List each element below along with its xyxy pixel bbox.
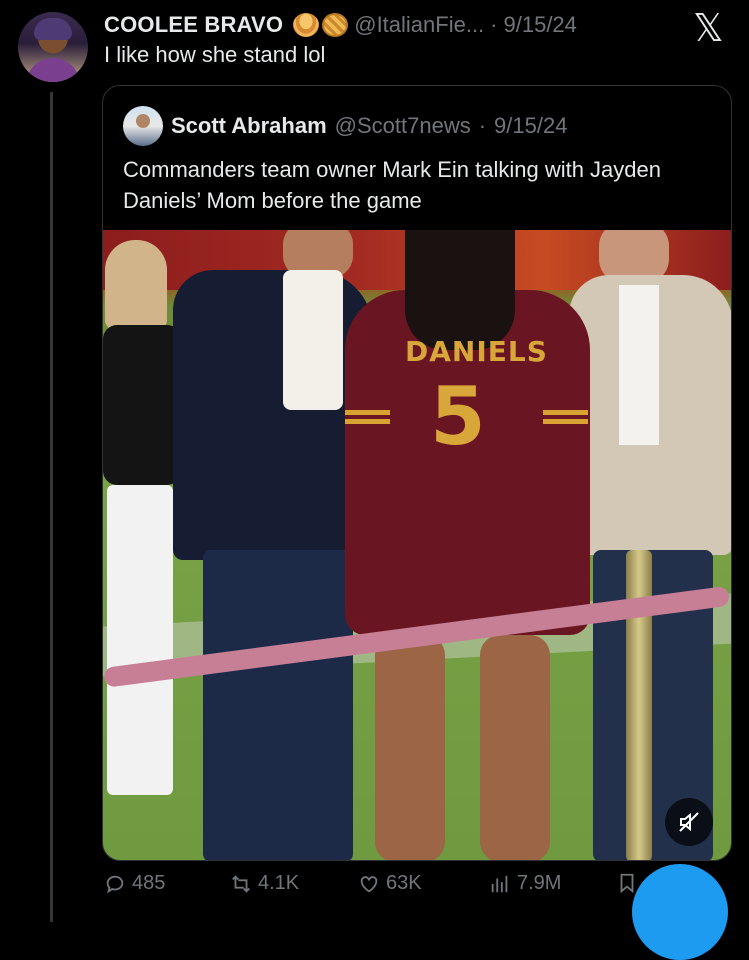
person-suit-legs [203,550,353,860]
jersey-name: DANIELS [405,335,548,368]
x-logo-icon[interactable]: 𝕏 [693,9,729,47]
quote-author-avatar[interactable] [123,106,163,146]
thread-line [50,92,53,922]
avatar-durag [34,18,72,40]
repost-button[interactable]: 4.1K [230,872,299,895]
view-count: 7.9M [517,872,562,894]
tweet-date[interactable]: 9/15/24 [504,12,577,38]
analytics-icon [491,875,508,892]
like-count: 63K [386,872,422,894]
quote-header: Scott Abraham @Scott7news · 9/15/24 [123,106,567,146]
tweet-header: COOLEE BRAVO @ItalianFie... · 9/15/24 [104,12,577,38]
quote-date[interactable]: 9/15/24 [494,113,567,139]
reply-count: 485 [132,872,166,894]
quote-media-photo[interactable]: DANIELS 5 [103,230,731,860]
reply-button[interactable]: 485 [104,872,165,895]
person-right-shirt [619,285,659,445]
quote-author-name[interactable]: Scott Abraham [171,113,327,139]
heart-icon [360,875,378,892]
author-handle[interactable]: @ItalianFie... [354,12,484,38]
name-emoji [293,13,349,37]
views-button[interactable]: 7.9M [489,872,561,895]
separator-dot: · [490,12,498,37]
person-jersey: DANIELS 5 [335,230,595,860]
person-left-top [103,325,181,485]
avatar-shirt [26,58,80,82]
tweet-text: I like how she stand lol [104,42,326,67]
repost-icon [232,874,250,893]
quote-separator-dot: · [478,113,487,138]
person-left [103,240,183,800]
pancakes-emoji-icon [293,13,320,37]
person-jersey-hair [405,230,515,350]
quote-text: Commanders team owner Mark Ein talking w… [123,157,662,213]
sleeve-stripe-left [345,410,390,428]
person-suit-shirt [283,270,343,410]
author-avatar[interactable] [18,12,88,82]
jersey-number: 5 [430,370,486,463]
quoted-tweet[interactable]: Scott Abraham @Scott7news · 9/15/24 Comm… [102,85,732,861]
like-button[interactable]: 63K [358,872,422,895]
person-jersey-leg-left [375,635,445,860]
waffle-emoji-icon [322,13,349,37]
repost-count: 4.1K [258,872,300,894]
person-left-pants [107,485,173,795]
sleeve-stripe-right [543,410,588,428]
reply-icon [106,875,124,893]
bookmark-button[interactable] [616,872,638,894]
quote-author-handle[interactable]: @Scott7news [335,113,471,139]
compose-button[interactable] [632,864,728,960]
author-name[interactable]: COOLEE BRAVO [104,12,283,38]
person-left-hair [105,240,167,330]
bookmark-icon [620,873,634,894]
volume-muted-icon[interactable] [665,798,713,846]
person-jersey-leg-right [480,635,550,860]
